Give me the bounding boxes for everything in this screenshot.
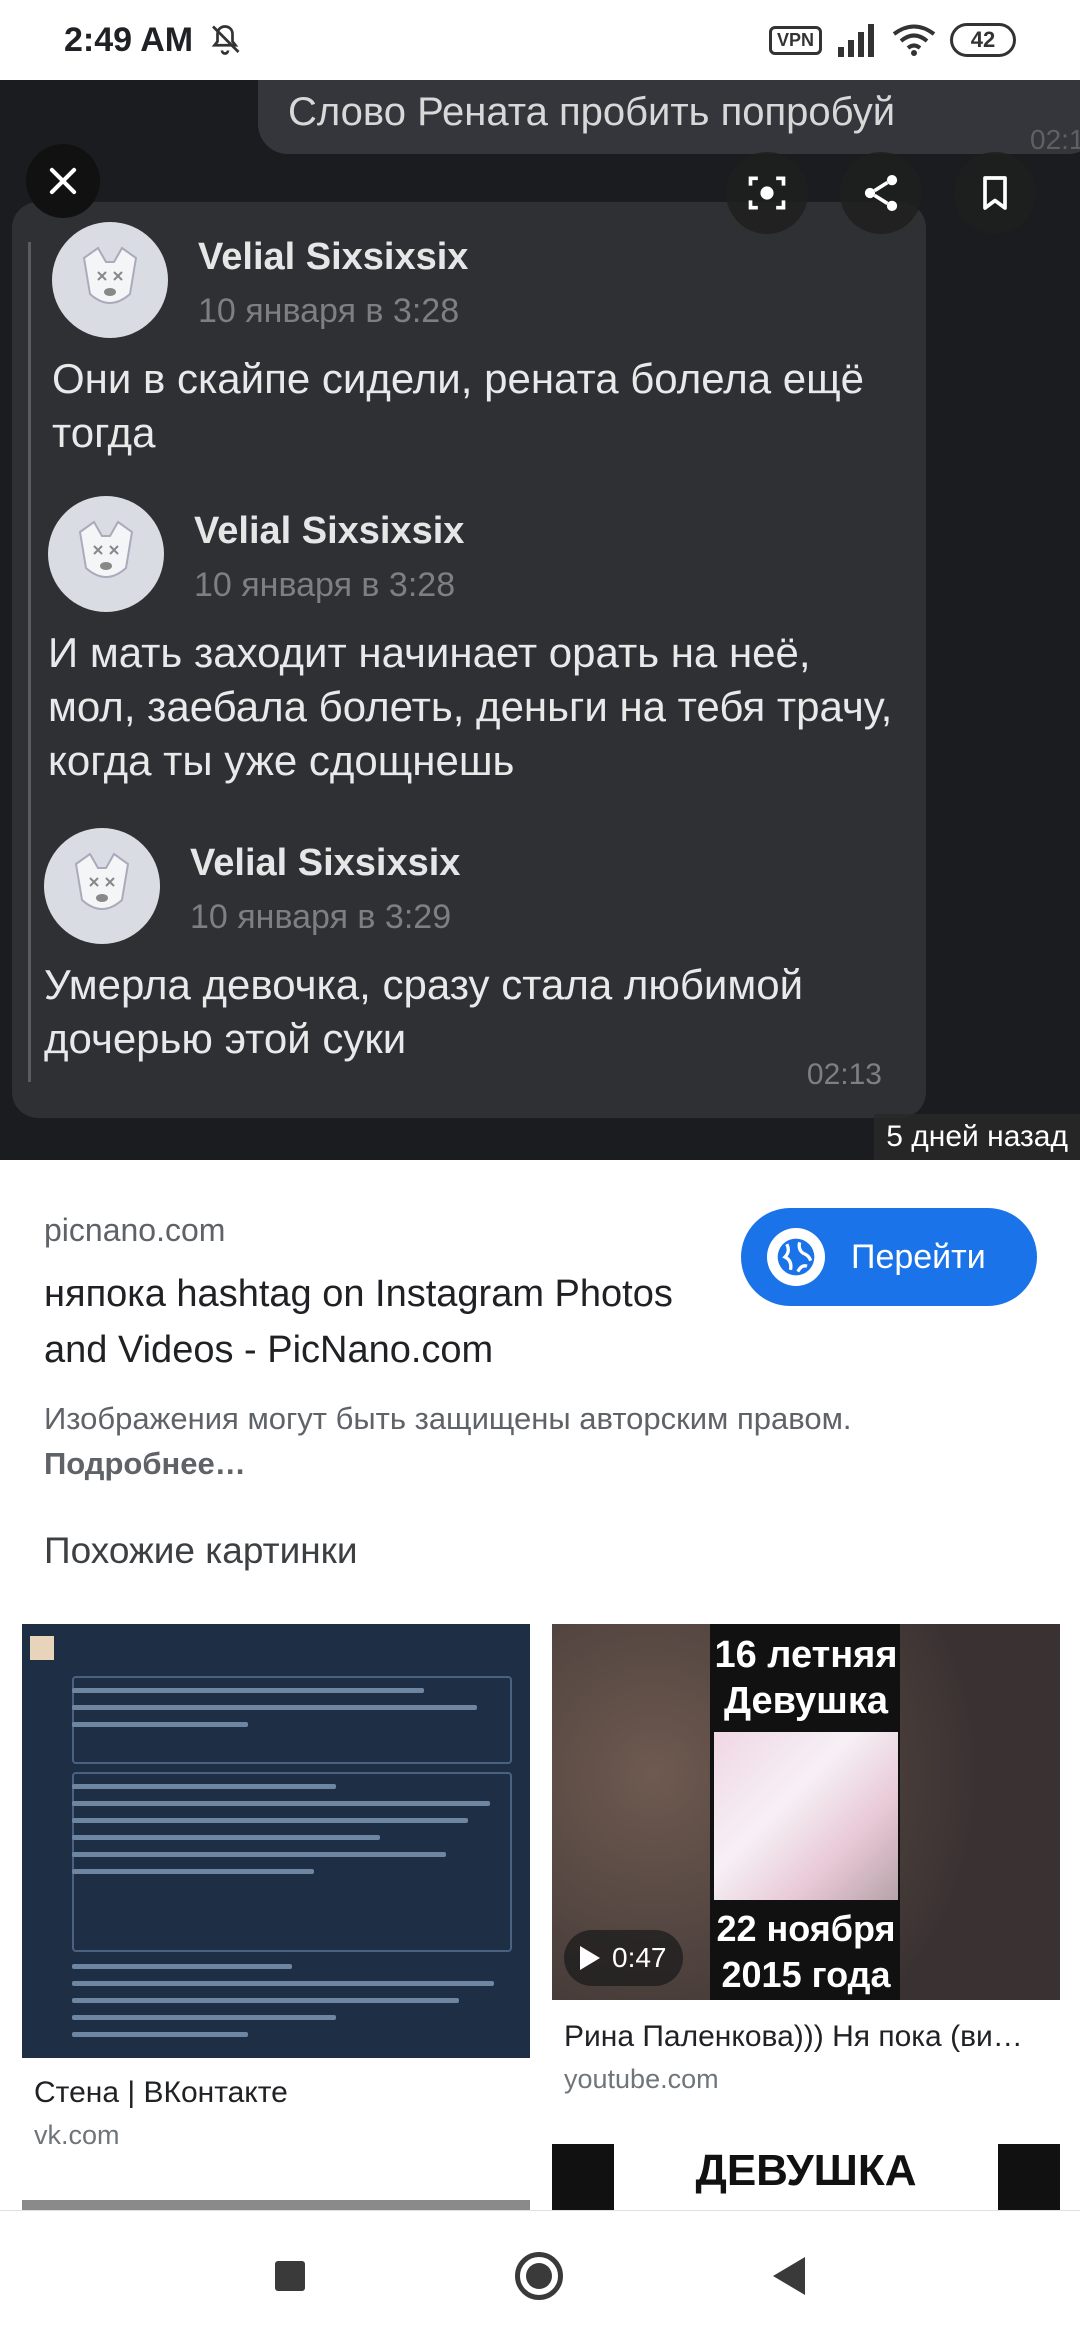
status-right: VPN 42 [768, 23, 1016, 57]
globe-icon [767, 1228, 825, 1286]
home-button[interactable] [515, 2251, 563, 2300]
message-text: И мать заходит начинает орать на неё, мо… [48, 629, 893, 784]
battery-icon: 42 [950, 23, 1016, 57]
similar-heading: Похожие картинки [44, 1530, 358, 1571]
similar-site: vk.com [34, 2120, 120, 2150]
message-author: Velial Sixsixsix [194, 510, 465, 552]
thumb-overlay-top: 16 летняя Девушка [714, 1634, 898, 1722]
signal-icon [838, 24, 874, 57]
lens-button[interactable] [726, 152, 808, 234]
message-author: Velial Sixsixsix [198, 236, 469, 278]
thumb-text-lines [72, 1784, 512, 1886]
dog-avatar-icon [48, 496, 164, 612]
vpn-badge: VPN [768, 25, 822, 55]
lens-icon [748, 176, 786, 210]
age-badge: 5 дней назад [874, 1114, 1080, 1160]
back-button[interactable] [773, 2256, 805, 2295]
dog-avatar-icon [44, 828, 160, 944]
copyright-notice: Изображения могут быть защищены авторски… [44, 1396, 1044, 1486]
dog-avatar-icon [52, 222, 168, 338]
similar-site: youtube.com [564, 2064, 719, 2094]
close-button[interactable] [26, 144, 100, 218]
mute-icon [211, 25, 240, 55]
chat-top-bubble: Слово Рената пробить попробуй [258, 80, 1080, 154]
more-link[interactable]: Подробнее… [44, 1446, 246, 1481]
message-date: 10 января в 3:28 [194, 566, 456, 604]
share-button[interactable] [840, 152, 922, 234]
duration-text: 0:47 [612, 1942, 667, 1973]
message-author: Velial Sixsixsix [190, 842, 461, 884]
source-domain[interactable]: picnano.com [44, 1212, 225, 1249]
share-icon [864, 175, 898, 211]
message-text: Умерла девочка, сразу стала любимой доче… [44, 961, 804, 1062]
similar-thumb-vk[interactable] [22, 1624, 530, 2058]
copyright-text: Изображения могут быть защищены авторски… [44, 1401, 852, 1436]
thumb-text-lines [72, 1964, 512, 2049]
status-time: 2:49 AM [64, 20, 194, 59]
wifi-icon [892, 24, 936, 56]
status-bar: 2:49 AM VPN 42 [0, 0, 1080, 80]
image-viewer[interactable]: Слово Рената пробить попробуй 02:13 Veli… [0, 80, 1080, 1160]
home-icon [526, 2262, 552, 2289]
message-text: Они в скайпе сидели, рената болела ещё т… [52, 355, 865, 456]
chat-ghost-time: 02:13 [1030, 124, 1080, 155]
navigation-bar [0, 2210, 1080, 2340]
battery-level: 42 [970, 27, 996, 52]
visit-button[interactable]: Перейти [741, 1208, 1037, 1306]
thumb-photo [714, 1732, 898, 1900]
similar-title[interactable]: Рина Паленкова))) Ня пока (ви… [564, 2020, 1044, 2054]
thumb-avatar [30, 1636, 54, 1660]
similar-title[interactable]: Стена | ВКонтакте [34, 2076, 524, 2110]
visit-label: Перейти [851, 1237, 986, 1276]
similar-thumb-youtube[interactable]: 16 летняя Девушка 22 ноября 2015 года 0:… [552, 1624, 1060, 2000]
message-time: 02:13 [806, 1058, 882, 1091]
message-date: 10 января в 3:28 [198, 292, 460, 330]
recents-button[interactable] [275, 2260, 305, 2291]
chat-screenshot-card: Velial Sixsixsix 10 января в 3:28 Они в … [12, 202, 926, 1118]
thumb-text-lines [72, 1688, 512, 1739]
page-title[interactable]: няпока hashtag on Instagram Photos and V… [44, 1266, 704, 1378]
video-duration: 0:47 [564, 1930, 683, 1986]
thumb-overlay-bottom: 22 ноября 2015 года [716, 1908, 896, 1995]
similar-thumb-devushka[interactable]: ДЕВУШКА [552, 2144, 1060, 2220]
save-button[interactable] [954, 152, 1036, 234]
thumb-overlay-top: ДЕВУШКА [614, 2144, 998, 2220]
close-icon [49, 167, 77, 195]
play-icon [580, 1946, 600, 1970]
message-date: 10 января в 3:29 [190, 898, 452, 936]
bookmark-icon [983, 176, 1007, 210]
quote-line [28, 242, 31, 1082]
